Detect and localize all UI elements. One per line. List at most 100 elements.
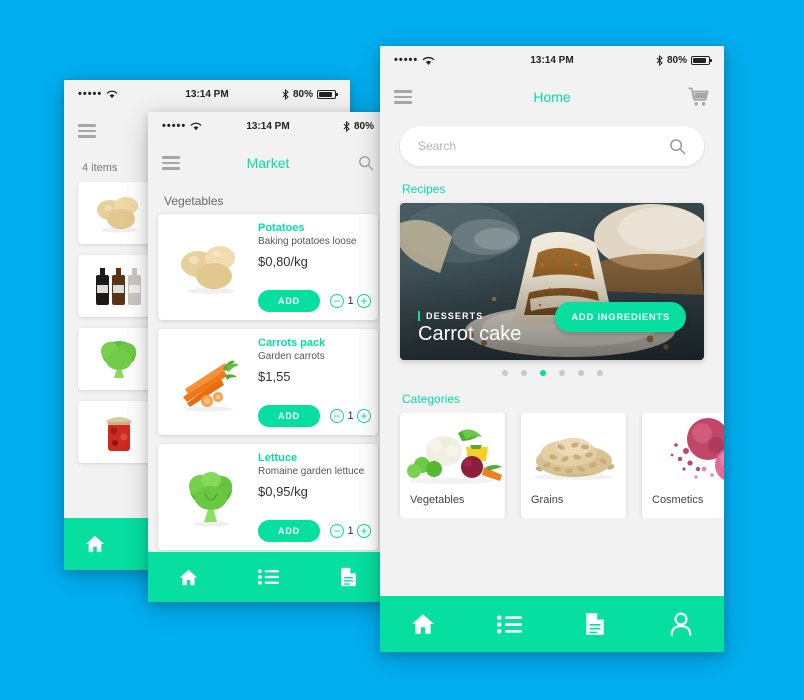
recipe-carousel-card[interactable]: DESSERTS Carrot cake ADD INGREDIENTS bbox=[400, 203, 704, 360]
wifi-icon bbox=[190, 122, 202, 131]
categories-section-title: Categories bbox=[402, 392, 461, 406]
product-price: $0,80/kg bbox=[258, 254, 308, 269]
hamburger-menu-icon[interactable] bbox=[394, 90, 412, 104]
nav-item-profile[interactable] bbox=[638, 612, 724, 636]
add-ingredients-button[interactable]: ADD INGREDIENTS bbox=[555, 302, 686, 332]
search-bar[interactable] bbox=[400, 126, 704, 166]
grains-image bbox=[534, 438, 615, 480]
carousel-dot[interactable] bbox=[501, 370, 508, 376]
nav-item-list[interactable] bbox=[228, 568, 308, 586]
battery-percent: 80% bbox=[293, 88, 314, 100]
quantity-value: 1 bbox=[347, 525, 354, 537]
increase-quantity-button[interactable]: + bbox=[357, 524, 371, 538]
battery-icon bbox=[691, 55, 713, 65]
category-card-cosmetics[interactable]: Cosmetics bbox=[642, 413, 724, 518]
product-name: Lettuce bbox=[258, 452, 298, 464]
product-list: Potatoes Baking potatoes loose $0,80/kg … bbox=[148, 214, 388, 550]
product-card[interactable]: Lettuce Romaine garden lettuce $0,95/kg … bbox=[158, 444, 378, 550]
quantity-value: 1 bbox=[347, 295, 354, 307]
search-button[interactable] bbox=[358, 155, 374, 171]
product-price: $1,55 bbox=[258, 369, 291, 384]
carousel-dot[interactable] bbox=[558, 370, 565, 376]
person-icon bbox=[670, 612, 692, 636]
nav-item-home[interactable] bbox=[380, 612, 466, 636]
category-label: Vegetables bbox=[410, 494, 465, 506]
hamburger-menu-icon[interactable] bbox=[78, 124, 96, 138]
lettuce-image bbox=[168, 452, 254, 542]
carousel-pagination bbox=[380, 360, 724, 376]
recipes-section-title: Recipes bbox=[402, 182, 446, 196]
decrease-quantity-button[interactable]: − bbox=[330, 409, 344, 423]
nav-item-home[interactable] bbox=[148, 568, 228, 587]
carrots-image bbox=[168, 337, 254, 427]
category-label: Cosmetics bbox=[652, 494, 704, 506]
wifi-icon bbox=[106, 90, 118, 99]
status-bar: ••••• 13:14 PM 80% bbox=[380, 46, 724, 74]
home-icon bbox=[179, 569, 197, 585]
home-icon bbox=[85, 535, 105, 553]
home-app-bar: Home bbox=[380, 74, 724, 120]
product-name: Carrots pack bbox=[258, 337, 326, 349]
hamburger-menu-icon[interactable] bbox=[162, 156, 180, 170]
add-to-cart-button[interactable]: ADD bbox=[258, 290, 320, 312]
market-app-bar: Market bbox=[148, 140, 388, 186]
product-price: $0,95/kg bbox=[258, 484, 308, 499]
vegetables-image bbox=[407, 429, 502, 484]
nav-item-document[interactable] bbox=[552, 612, 638, 636]
home-bottom-nav bbox=[380, 596, 724, 652]
shopping-cart-icon bbox=[688, 87, 709, 106]
recipe-title: Carrot cake bbox=[418, 323, 522, 345]
potatoes-thumbnail bbox=[88, 186, 150, 240]
carousel-dot[interactable] bbox=[520, 370, 527, 376]
search-icon[interactable] bbox=[669, 138, 686, 155]
document-icon bbox=[586, 613, 604, 635]
list-icon bbox=[496, 614, 522, 634]
decrease-quantity-button[interactable]: − bbox=[330, 524, 344, 538]
quantity-stepper: − 1 + bbox=[330, 294, 371, 308]
search-container bbox=[380, 120, 724, 166]
product-description: Romaine garden lettuce bbox=[258, 466, 365, 477]
market-bottom-nav bbox=[148, 552, 388, 602]
increase-quantity-button[interactable]: + bbox=[357, 294, 371, 308]
cart-button[interactable] bbox=[688, 87, 710, 107]
category-card-grains[interactable]: Grains bbox=[521, 413, 626, 518]
potatoes-image bbox=[168, 222, 254, 312]
bluetooth-icon bbox=[282, 88, 289, 100]
wifi-icon bbox=[422, 56, 435, 65]
nav-item-document[interactable] bbox=[308, 567, 388, 587]
phone-home-screen: ••••• 13:14 PM 80% Home Search Recipes D… bbox=[380, 46, 724, 652]
add-to-cart-button[interactable]: ADD bbox=[258, 520, 320, 542]
search-icon bbox=[359, 156, 374, 171]
quantity-stepper: − 1 + bbox=[330, 524, 371, 538]
product-description: Baking potatoes loose bbox=[258, 236, 357, 247]
search-input[interactable] bbox=[418, 139, 669, 153]
quantity-value: 1 bbox=[347, 410, 354, 422]
signal-dots-icon: ••••• bbox=[162, 119, 187, 132]
battery-icon bbox=[317, 89, 339, 99]
battery-percent: 80% bbox=[667, 54, 688, 66]
preserves-jar-thumbnail bbox=[88, 405, 150, 459]
categories-row: Vegetables Grains Cosmetics bbox=[380, 413, 724, 518]
carousel-dot[interactable] bbox=[596, 370, 603, 376]
home-icon bbox=[412, 614, 434, 634]
signal-dots-icon: ••••• bbox=[78, 87, 103, 100]
battery-percent: 80% bbox=[354, 120, 375, 132]
nav-item-home[interactable] bbox=[64, 534, 126, 554]
product-card[interactable]: Carrots pack Garden carrots $1,55 ADD − … bbox=[158, 329, 378, 435]
cosmetics-image bbox=[670, 418, 724, 480]
decrease-quantity-button[interactable]: − bbox=[330, 294, 344, 308]
lettuce-thumbnail bbox=[88, 332, 150, 386]
increase-quantity-button[interactable]: + bbox=[357, 409, 371, 423]
page-title: Home bbox=[533, 89, 571, 105]
carousel-dot[interactable] bbox=[577, 370, 584, 376]
product-description: Garden carrots bbox=[258, 351, 325, 362]
category-label: Grains bbox=[531, 494, 564, 506]
carousel-dot-active[interactable] bbox=[539, 370, 546, 376]
status-bar-time: 13:14 PM bbox=[530, 54, 574, 66]
recipe-category-badge: DESSERTS bbox=[418, 311, 521, 321]
add-to-cart-button[interactable]: ADD bbox=[258, 405, 320, 427]
nav-item-list[interactable] bbox=[466, 614, 552, 635]
product-card[interactable]: Potatoes Baking potatoes loose $0,80/kg … bbox=[158, 214, 378, 320]
category-card-vegetables[interactable]: Vegetables bbox=[400, 413, 505, 518]
status-bar: ••••• 13:14 PM 80% bbox=[64, 80, 350, 108]
